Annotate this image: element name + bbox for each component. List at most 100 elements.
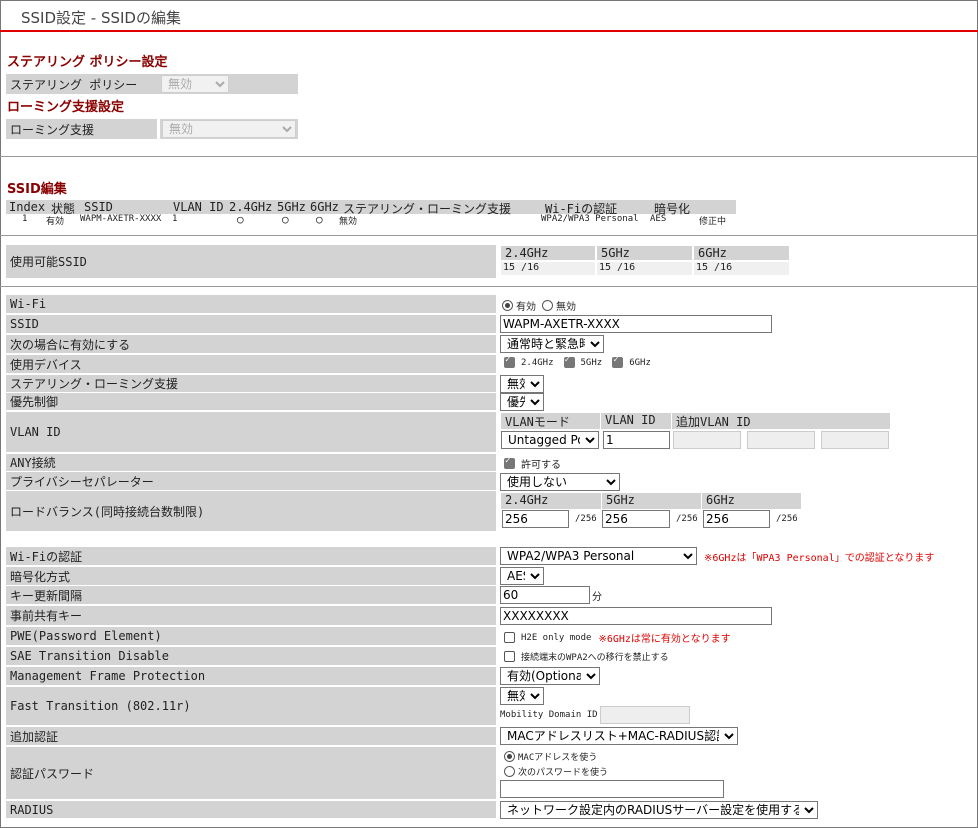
key-interval-label: キー更新間隔 <box>6 586 496 604</box>
row-state: 修正中 <box>699 217 727 227</box>
mobility-domain-label: Mobility Domain ID <box>500 710 598 720</box>
privacy-separator-select[interactable]: 使用しない <box>500 473 620 491</box>
lb-6-input[interactable] <box>703 510 770 528</box>
additional-vlan-header: 追加VLAN ID <box>672 413 890 429</box>
roaming-select[interactable]: 無効 <box>162 120 296 138</box>
ssid-label: SSID <box>6 315 496 333</box>
sae-transition-label: SAE Transition Disable <box>6 647 496 665</box>
col-vlan: VLAN ID <box>173 200 224 214</box>
col-6ghz: 6GHz <box>310 200 339 214</box>
row-steering: 無効 <box>339 217 358 227</box>
row-vlan: 1 <box>172 214 178 224</box>
auth-pw-custom-text: 次のパスワードを使う <box>518 768 609 778</box>
ssid-edit-title: SSID編集 <box>7 182 67 197</box>
any-connection-text: 許可する <box>521 460 561 471</box>
auth-pw-mac-radio[interactable] <box>504 751 515 762</box>
vlan-id-input[interactable] <box>603 431 670 449</box>
mfp-label: Management Frame Protection <box>6 667 496 685</box>
devices-group: 2.4GHz 5GHz 6GHz <box>504 355 651 368</box>
device-24-text: 2.4GHz <box>521 357 554 368</box>
auth-password-label: 認証パスワード <box>6 747 496 799</box>
device-6-text: 6GHz <box>629 357 651 368</box>
key-interval-unit: 分 <box>592 591 602 603</box>
col-24ghz: 2.4GHz <box>229 200 273 214</box>
available-24-count: 15 /16 <box>501 262 595 275</box>
wifi-radio-group: 有効 無効 <box>502 297 576 313</box>
roaming-label: ローミング支援 <box>6 119 157 139</box>
col-5ghz: 5GHz <box>277 200 306 214</box>
enable-when-label: 次の場合に有効にする <box>6 335 496 353</box>
row-24ghz: ○ <box>237 213 244 226</box>
wifi-on-text: 有効 <box>516 301 536 313</box>
lb-24-max: /256 <box>575 514 597 524</box>
row-ssid: WAPM-AXETR-XXXX <box>80 214 162 224</box>
device-5-text: 5GHz <box>580 357 603 368</box>
additional-vlan-input-2[interactable] <box>747 431 815 449</box>
key-interval-input[interactable] <box>500 586 590 604</box>
available-5-count: 15 /16 <box>597 262 692 275</box>
wifi-off-radio[interactable] <box>542 299 553 311</box>
sae-transition-checkbox[interactable] <box>504 651 515 662</box>
auth-pw-custom-radio[interactable] <box>504 766 515 777</box>
pwe-label: PWE(Password Element) <box>6 627 496 645</box>
pwe-checkbox[interactable] <box>504 632 515 643</box>
lb-6-header: 6GHz <box>702 493 801 509</box>
steering-policy-select[interactable]: 無効 <box>161 75 229 93</box>
available-5-header: 5GHz <box>597 246 692 260</box>
priority-select[interactable]: 優先 <box>500 393 544 411</box>
steering-roaming-select[interactable]: 無効 <box>500 375 544 393</box>
row-5ghz: ○ <box>282 213 289 226</box>
any-connection-checkbox[interactable] <box>504 456 515 469</box>
fast-transition-select[interactable]: 無効 <box>500 687 544 705</box>
row-index: 1 <box>22 214 28 224</box>
psk-input[interactable] <box>500 607 772 625</box>
mobility-domain-input[interactable] <box>599 706 690 724</box>
lb-6-max: /256 <box>776 514 798 524</box>
page-header: SSID設定 - SSIDの編集 <box>0 0 978 32</box>
col-index: Index <box>9 200 46 214</box>
device-24-checkbox[interactable] <box>504 355 515 368</box>
roaming-section-title: ローミング支援設定 <box>7 100 125 115</box>
available-24-header: 2.4GHz <box>501 246 595 260</box>
auth-note: ※6GHzは「WPA3 Personal」での認証となります <box>704 552 935 564</box>
steering-policy-cell: 無効 <box>157 74 298 94</box>
additional-vlan-input-1[interactable] <box>673 431 741 449</box>
lb-24-input[interactable] <box>502 510 569 528</box>
lb-24-header: 2.4GHz <box>501 493 601 509</box>
additional-auth-select[interactable]: MACアドレスリスト+MAC-RADIUS認証 <box>500 727 738 745</box>
lb-5-max: /256 <box>676 514 698 524</box>
radius-label: RADIUS <box>6 801 496 818</box>
lb-5-input[interactable] <box>602 510 670 528</box>
mfp-select[interactable]: 有効(Optional) <box>500 667 600 685</box>
col-steering: ステアリング・ローミング支援 <box>343 202 512 216</box>
pwe-text: H2E only mode <box>521 632 592 643</box>
encryption-label: 暗号化方式 <box>6 567 496 585</box>
load-balance-label: ロードバランス(同時接続台数制限) <box>6 491 496 531</box>
available-ssid-label: 使用可能SSID <box>6 245 496 278</box>
steering-section-title: ステアリング ポリシー設定 <box>7 55 168 70</box>
radius-select[interactable]: ネットワーク設定内のRADIUSサーバー設定を使用する <box>500 801 818 819</box>
divider <box>0 286 978 287</box>
vlan-id-label: VLAN ID <box>6 412 496 452</box>
additional-vlan-input-3[interactable] <box>821 431 889 449</box>
enable-when-select[interactable]: 通常時と緊急時 <box>500 335 604 353</box>
psk-label: 事前共有キー <box>6 606 496 625</box>
devices-label: 使用デバイス <box>6 355 496 373</box>
auth-pw-option-1: MACアドレスを使う <box>504 750 597 763</box>
device-5-checkbox[interactable] <box>563 355 575 368</box>
vlan-mode-select[interactable]: Untagged Port <box>501 431 599 449</box>
divider <box>0 235 978 236</box>
wifi-auth-label: Wi-Fiの認証 <box>6 547 496 565</box>
ssid-input[interactable] <box>500 315 772 333</box>
pwe-note: ※6GHzは常に有効となります <box>598 634 731 645</box>
divider <box>0 156 978 157</box>
encryption-select[interactable]: AES <box>500 567 544 585</box>
wifi-auth-select[interactable]: WPA2/WPA3 Personal <box>500 547 697 565</box>
vlan-mode-header: VLANモード <box>501 413 600 429</box>
vlan-id-header: VLAN ID <box>601 413 671 429</box>
available-6-header: 6GHz <box>694 246 789 260</box>
auth-password-input[interactable] <box>500 780 724 798</box>
roaming-cell: 無効 <box>160 119 298 139</box>
wifi-on-radio[interactable] <box>502 299 513 311</box>
device-6-checkbox[interactable] <box>612 355 624 368</box>
